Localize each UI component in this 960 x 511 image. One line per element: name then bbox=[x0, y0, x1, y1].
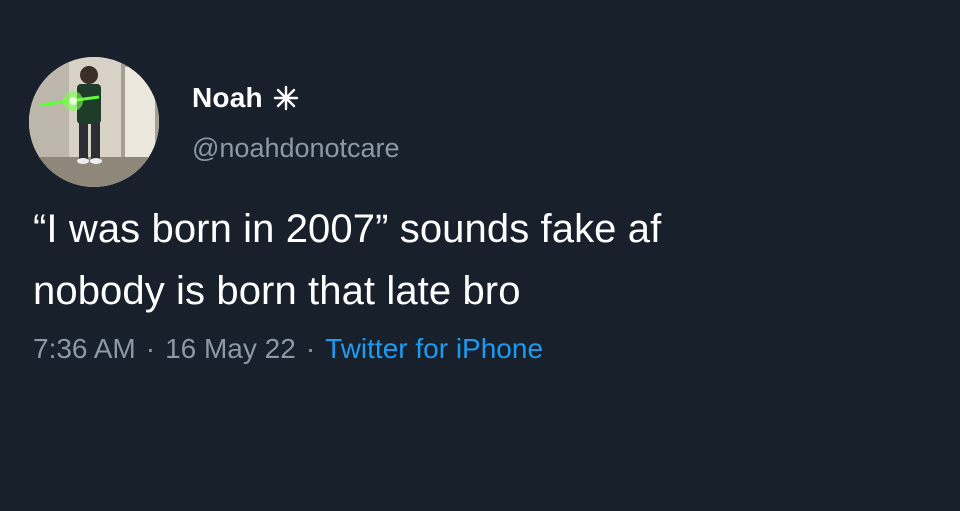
tweet-date[interactable]: 16 May 22 bbox=[165, 333, 296, 365]
user-name-row[interactable]: Noah bbox=[192, 80, 299, 116]
tweet-text-line: “I was born in 2007” sounds fake af bbox=[33, 207, 662, 251]
user-handle[interactable]: @noahdonotcare bbox=[192, 133, 400, 164]
tweet-text: “I was born in 2007” sounds fake af nobo… bbox=[33, 198, 933, 322]
tweet-source-link[interactable]: Twitter for iPhone bbox=[325, 333, 543, 365]
meta-separator: · bbox=[305, 333, 316, 364]
avatar-photo bbox=[29, 57, 159, 187]
tweet-time[interactable]: 7:36 AM bbox=[33, 333, 136, 365]
avatar[interactable] bbox=[29, 57, 159, 187]
sparkle-icon bbox=[273, 85, 299, 111]
meta-separator: · bbox=[145, 333, 156, 364]
tweet-card: Noah @noahdonotcare “I was born in 2007”… bbox=[0, 0, 960, 511]
tweet-text-line: nobody is born that late bro bbox=[33, 269, 521, 313]
display-name[interactable]: Noah bbox=[192, 82, 263, 114]
tweet-meta: 7:36 AM · 16 May 22 · Twitter for iPhone bbox=[33, 333, 543, 365]
